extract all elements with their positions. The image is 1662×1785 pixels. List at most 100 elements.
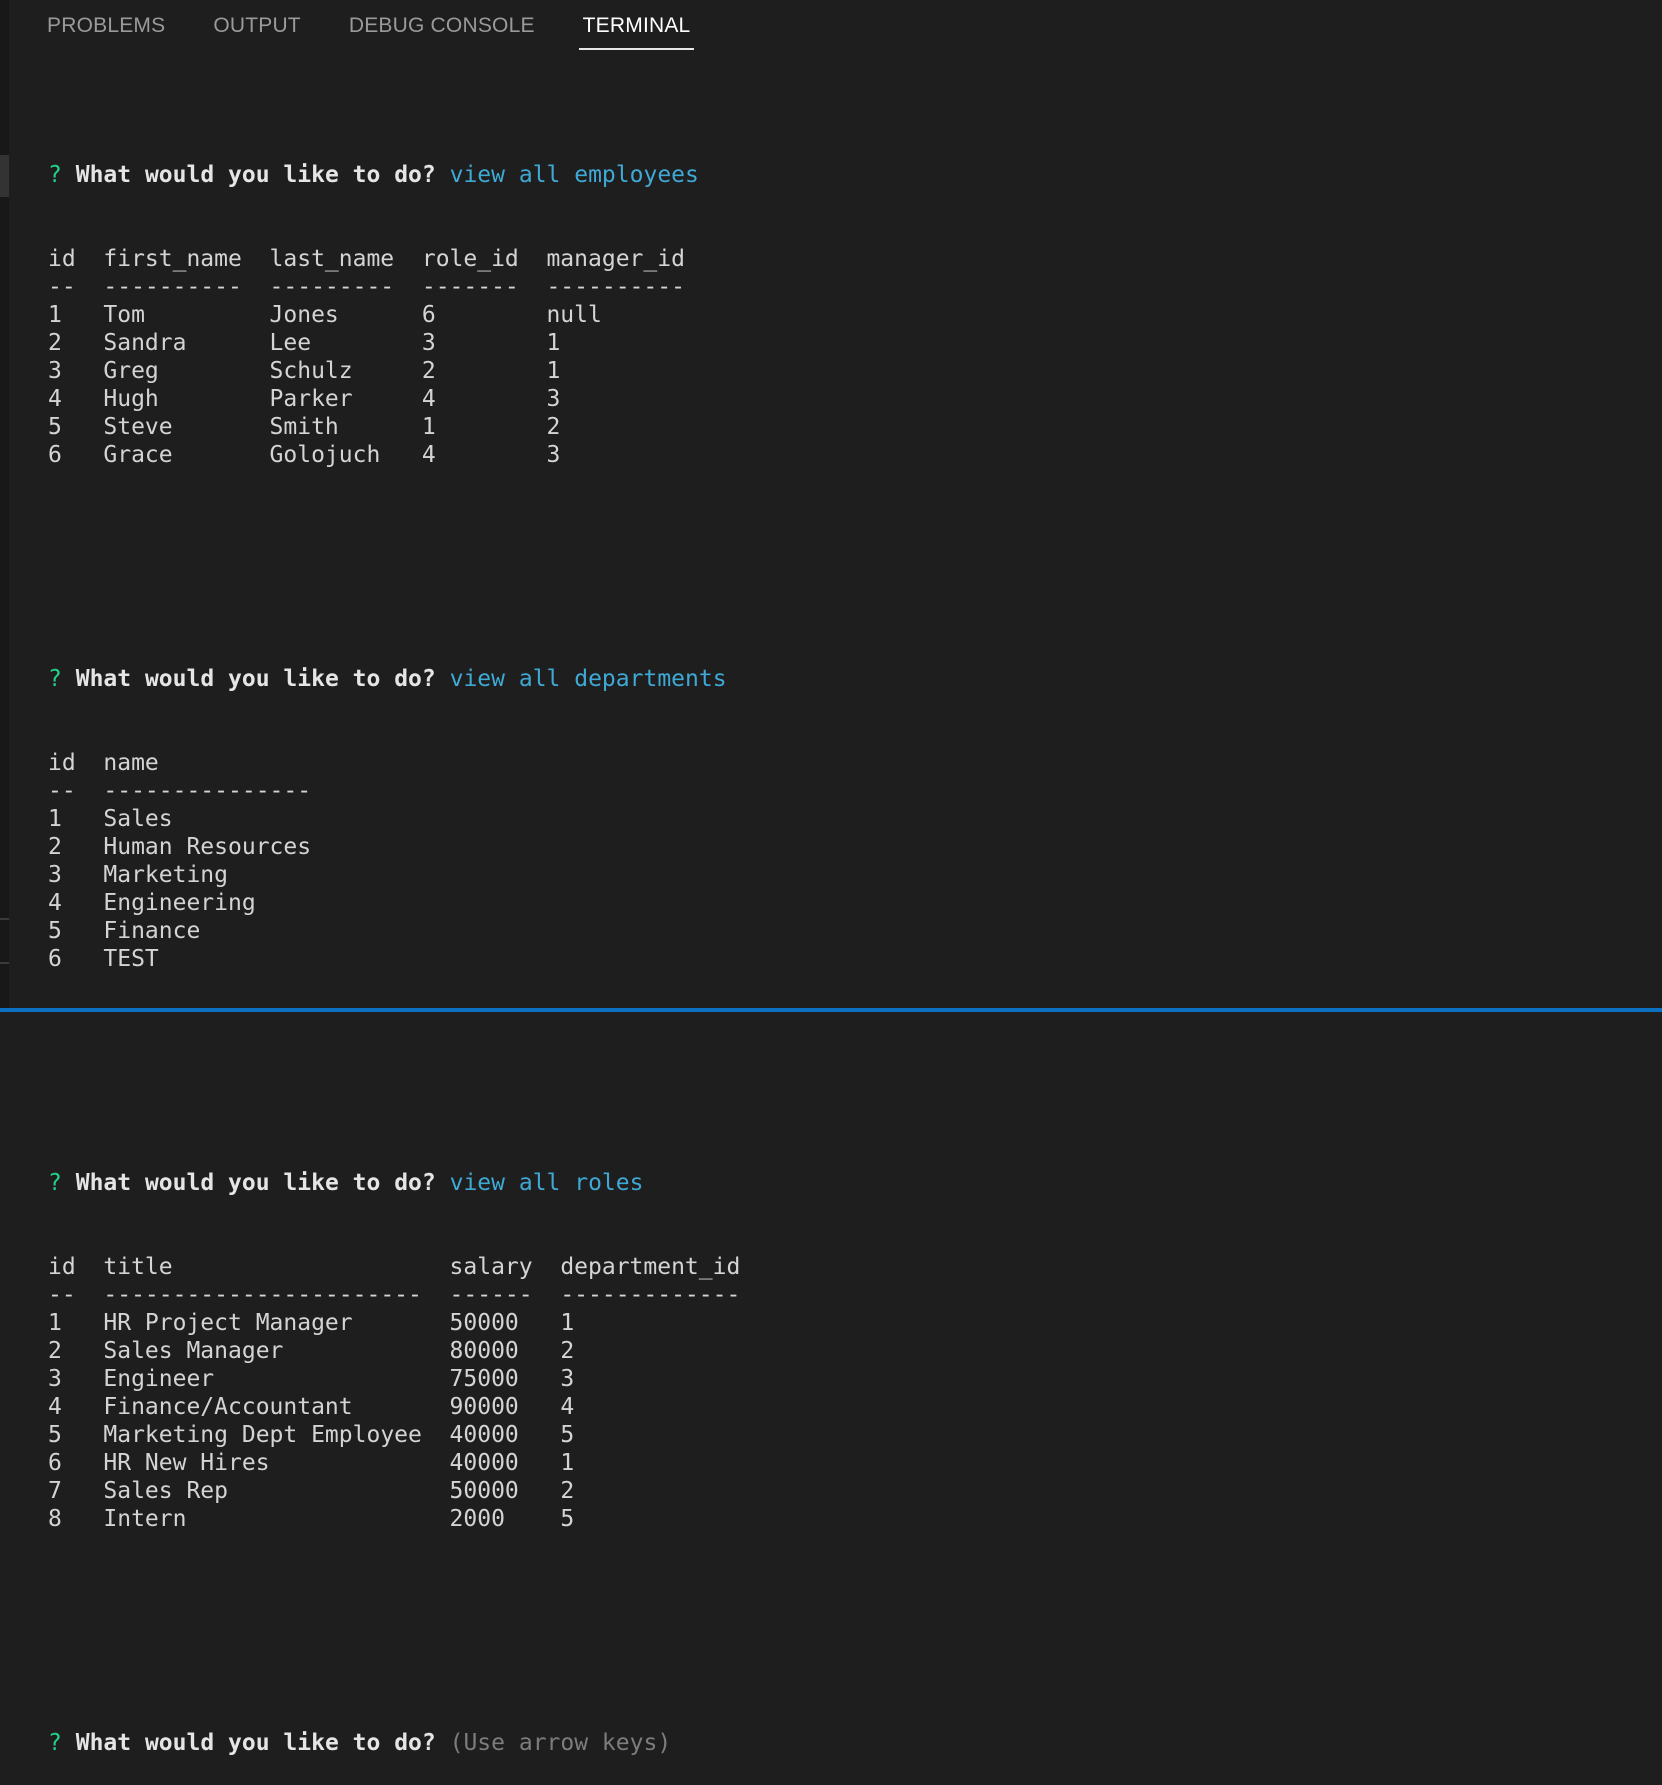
- table-cell: 4: [48, 386, 62, 412]
- table-cell: Marketing Dept Employee: [103, 1422, 422, 1448]
- table-cell: Jones: [269, 302, 339, 328]
- employees-table: id first_name last_name role_id manager_id --…: [48, 245, 754, 469]
- status-bar-edge: [0, 1008, 1662, 1012]
- table-cell: 1: [560, 1310, 575, 1336]
- table-divider-row: -- ---------------: [48, 777, 754, 805]
- table-cell: Finance: [103, 918, 201, 944]
- panel-gutter: [0, 0, 9, 1012]
- table-cell: 6: [48, 442, 62, 468]
- table-cell: department_id: [560, 1254, 741, 1280]
- terminal-output[interactable]: ? What would you like to do? view all em…: [48, 77, 754, 1785]
- table-cell: Engineer: [103, 1366, 215, 1392]
- departments-table: id name -- --------------- 1 Sales 2 Human Reso…: [48, 749, 754, 973]
- prompt-question: What would you like to do?: [75, 1730, 436, 1756]
- table-cell: 40000: [449, 1450, 519, 1476]
- table-cell: 4: [48, 1394, 62, 1420]
- table-cell: 5: [48, 414, 62, 440]
- table-row: 3 Marketing: [48, 861, 754, 889]
- table-cell: 40000: [449, 1422, 519, 1448]
- gutter-divider: [0, 962, 9, 964]
- table-row: 5 Marketing Dept Employee 40000 5: [48, 1421, 754, 1449]
- table-cell: Sales Manager: [103, 1338, 284, 1364]
- table-header-row: id first_name last_name role_id manager_id: [48, 245, 754, 273]
- table-row: 2 Human Resources: [48, 833, 754, 861]
- table-cell: -------: [421, 274, 519, 300]
- table-cell: Schulz: [269, 358, 353, 384]
- roles-table: id title salary department_id -- ------------…: [48, 1253, 754, 1533]
- tab-output[interactable]: OUTPUT: [213, 0, 301, 52]
- table-cell: 2: [48, 1338, 62, 1364]
- prompt-hint: (Use arrow keys): [449, 1730, 672, 1756]
- table-cell: 3: [48, 358, 62, 384]
- table-cell: 5: [560, 1422, 575, 1448]
- table-cell: 3: [421, 330, 436, 356]
- question-mark-icon: ?: [48, 1730, 62, 1756]
- table-row: 6 HR New Hires 40000 1: [48, 1449, 754, 1477]
- prompt-question: What would you like to do?: [75, 1170, 436, 1196]
- table-cell: title: [103, 1254, 173, 1280]
- table-row: 4 Finance/Accountant 90000 4: [48, 1393, 754, 1421]
- table-cell: 2: [48, 834, 62, 860]
- table-cell: ---------------: [103, 778, 312, 804]
- prompt-question: What would you like to do?: [75, 162, 436, 188]
- table-cell: Marketing: [103, 862, 228, 888]
- table-cell: 6: [48, 946, 62, 972]
- table-cell: 2: [560, 1478, 575, 1504]
- prompt-line: ? What would you like to do? view all de…: [48, 665, 754, 693]
- table-cell: 7: [48, 1478, 62, 1504]
- table-divider-row: -- ----------------------- ------ ---------…: [48, 1281, 754, 1309]
- table-cell: Greg: [103, 358, 159, 384]
- table-cell: Human Resources: [103, 834, 312, 860]
- table-row: 1 Sales: [48, 805, 754, 833]
- prompt-answer: view all departments: [449, 666, 727, 692]
- table-cell: 1: [48, 1310, 62, 1336]
- table-cell: 3: [546, 442, 561, 468]
- table-cell: id: [48, 1254, 76, 1280]
- table-cell: 1: [546, 330, 561, 356]
- prompt-line: ? What would you like to do? view all em…: [48, 161, 754, 189]
- table-cell: null: [546, 302, 602, 328]
- question-mark-icon: ?: [48, 1170, 62, 1196]
- table-cell: 80000: [449, 1338, 519, 1364]
- active-prompt-line[interactable]: ? What would you like to do? (Use arrow …: [48, 1729, 754, 1757]
- table-cell: 3: [48, 1366, 62, 1392]
- table-cell: 6: [48, 1450, 62, 1476]
- table-cell: Intern: [103, 1506, 187, 1532]
- table-cell: 2000: [449, 1506, 505, 1532]
- prompt-answer: view all employees: [449, 162, 699, 188]
- question-mark-icon: ?: [48, 666, 62, 692]
- table-cell: name: [103, 750, 159, 776]
- table-row: 4 Engineering: [48, 889, 754, 917]
- table-cell: Sales Rep: [103, 1478, 228, 1504]
- table-header-row: id name: [48, 749, 754, 777]
- table-row: 6 Grace Golojuch 4 3: [48, 441, 754, 469]
- table-cell: 4: [560, 1394, 575, 1420]
- tab-terminal[interactable]: TERMINAL: [578, 0, 695, 52]
- table-cell: 1: [546, 358, 561, 384]
- table-cell: 4: [421, 386, 436, 412]
- table-cell: Steve: [103, 414, 173, 440]
- table-cell: Grace: [103, 442, 173, 468]
- table-cell: 50000: [449, 1478, 519, 1504]
- table-cell: Engineering: [103, 890, 256, 916]
- table-cell: 2: [560, 1338, 575, 1364]
- table-cell: ---------: [269, 274, 395, 300]
- table-cell: Smith: [269, 414, 339, 440]
- table-cell: HR New Hires: [103, 1450, 270, 1476]
- question-mark-icon: ?: [48, 162, 62, 188]
- table-row: 1 HR Project Manager 50000 1: [48, 1309, 754, 1337]
- prompt-answer: view all roles: [449, 1170, 644, 1196]
- table-cell: Parker: [269, 386, 353, 412]
- tab-debug-console[interactable]: DEBUG CONSOLE: [349, 0, 535, 52]
- table-row: 1 Tom Jones 6 null: [48, 301, 754, 329]
- table-row: 5 Steve Smith 1 2: [48, 413, 754, 441]
- table-cell: 3: [546, 386, 561, 412]
- table-row: 3 Engineer 75000 3: [48, 1365, 754, 1393]
- gutter-divider: [0, 918, 9, 920]
- table-cell: id: [48, 246, 76, 272]
- table-cell: --: [48, 778, 76, 804]
- table-cell: --: [48, 1282, 76, 1308]
- table-cell: 90000: [449, 1394, 519, 1420]
- tab-problems[interactable]: PROBLEMS: [47, 0, 165, 52]
- table-cell: manager_id: [546, 246, 685, 272]
